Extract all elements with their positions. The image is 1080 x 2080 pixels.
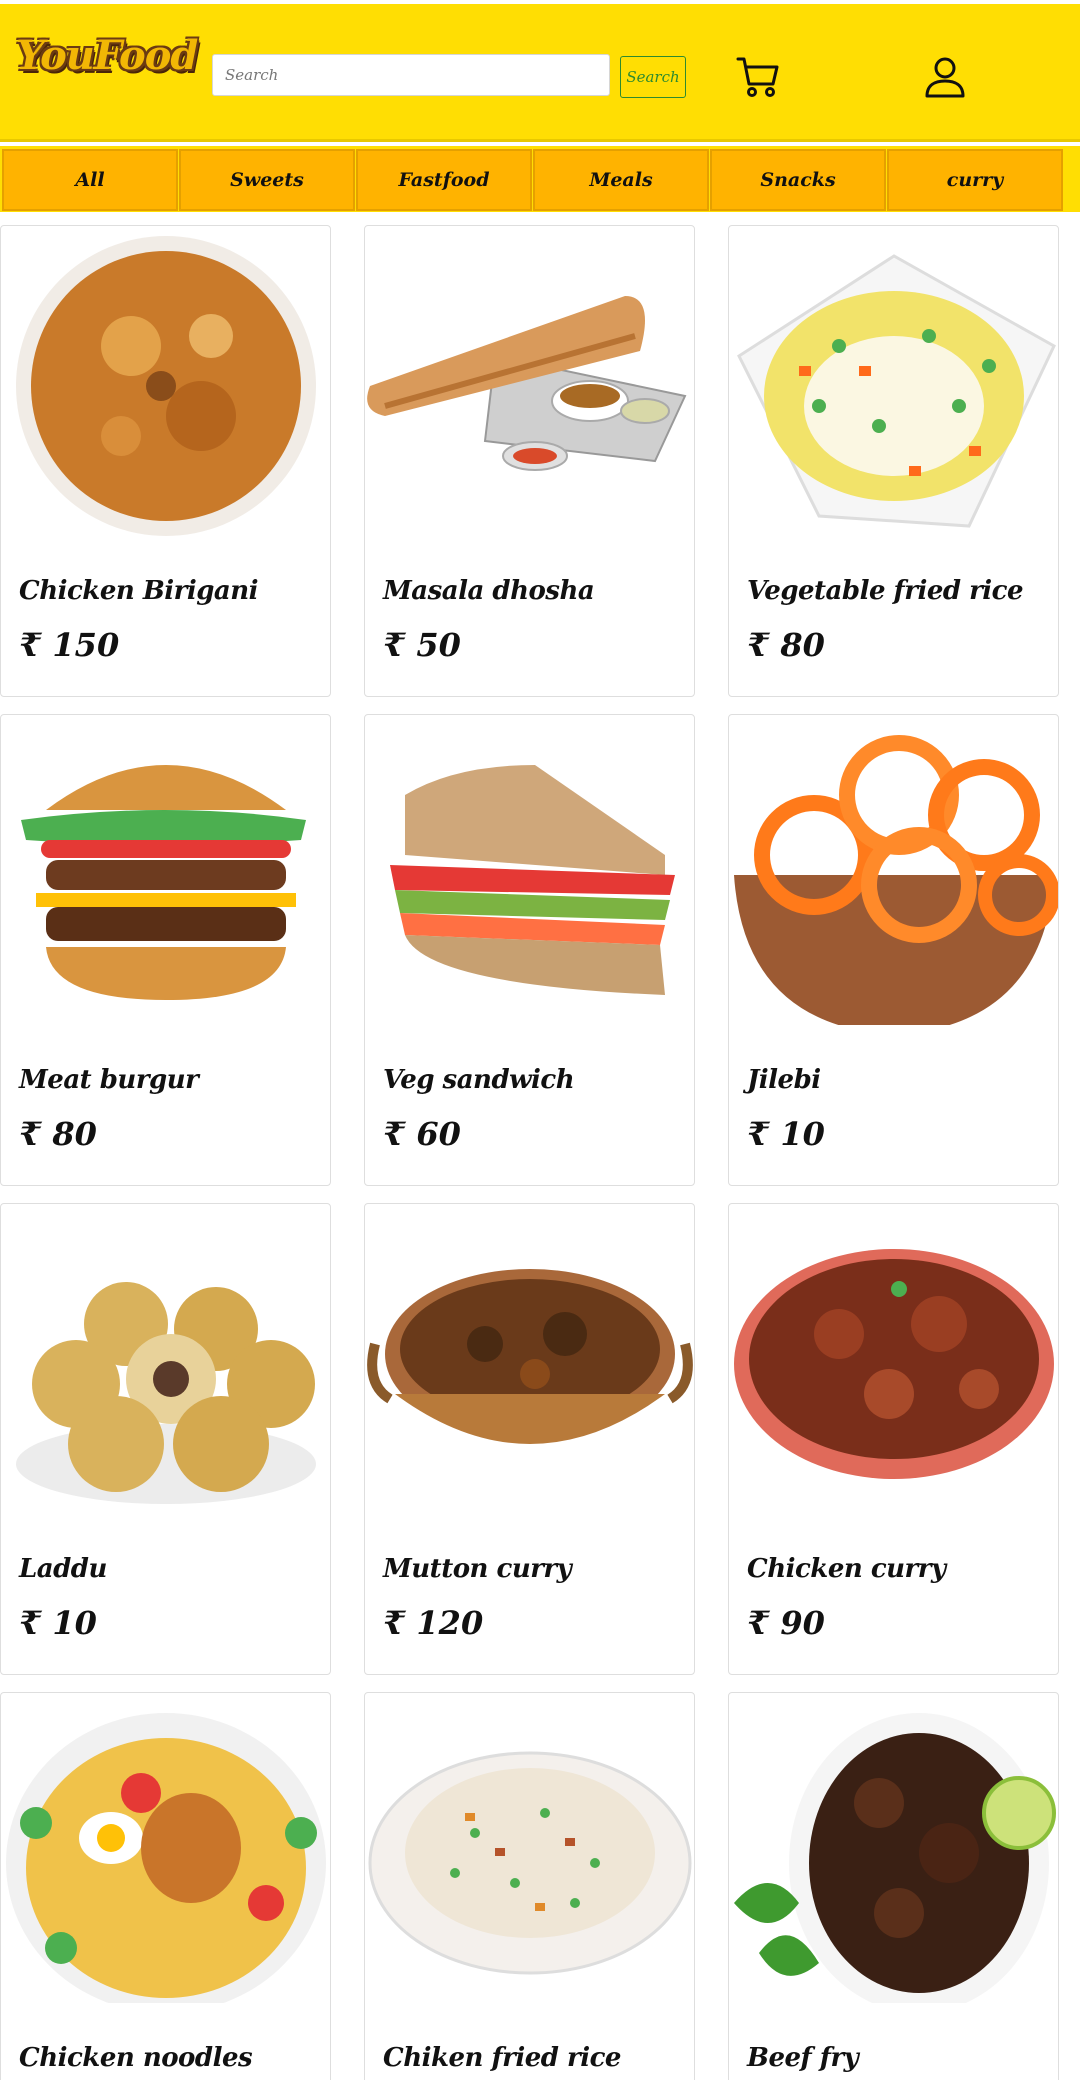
product-price: ₹ 120	[383, 1604, 484, 1642]
product-card[interactable]: Chicken noodles	[0, 1692, 331, 2080]
top-header: YouFood Search	[0, 4, 1080, 142]
product-name: Vegetable fried rice	[747, 576, 1024, 606]
noodles-image	[6, 1713, 326, 2003]
veg-fried-rice-image	[737, 254, 1056, 528]
tab-all[interactable]: All	[2, 149, 178, 211]
product-price: ₹ 80	[19, 1115, 97, 1153]
product-card[interactable]: Laddu ₹ 10	[0, 1203, 331, 1675]
mutton-curry-image	[367, 1269, 693, 1444]
product-price: ₹ 10	[19, 1604, 97, 1642]
product-card[interactable]: Meat burgur ₹ 80	[0, 714, 331, 1186]
product-card[interactable]: Veg sandwich ₹ 60	[364, 714, 695, 1186]
product-card[interactable]: Chicken curry ₹ 90	[728, 1203, 1059, 1675]
product-name: Chicken Birigani	[19, 576, 259, 606]
search-button[interactable]: Search	[620, 56, 686, 98]
tab-fastfood[interactable]: Fastfood	[356, 149, 532, 211]
product-name: Chiken fried rice	[383, 2043, 621, 2073]
product-price: ₹ 150	[19, 626, 120, 664]
product-card[interactable]: Jilebi ₹ 10	[728, 714, 1059, 1186]
sandwich-image	[390, 765, 675, 995]
tab-curry[interactable]: curry	[887, 149, 1063, 211]
burger-image	[21, 765, 306, 1000]
product-name: Jilebi	[747, 1065, 821, 1095]
product-name: Beef fry	[747, 2043, 859, 2073]
product-card[interactable]: Beef fry	[728, 1692, 1059, 2080]
laddu-image	[16, 1282, 316, 1504]
cart-icon[interactable]	[735, 54, 781, 100]
product-price: ₹ 80	[747, 626, 825, 664]
product-name: Chicken curry	[747, 1554, 946, 1584]
product-price: ₹ 50	[383, 626, 461, 664]
tab-meals[interactable]: Meals	[533, 149, 709, 211]
product-name: Masala dhosha	[383, 576, 595, 606]
tab-sweets[interactable]: Sweets	[179, 149, 355, 211]
chicken-curry-image	[734, 1249, 1054, 1479]
beef-fry-image	[734, 1713, 1056, 2003]
tab-snacks[interactable]: Snacks	[710, 149, 886, 211]
product-name: Laddu	[19, 1554, 107, 1584]
jalebi-image	[734, 735, 1058, 1025]
product-card[interactable]: Mutton curry ₹ 120	[364, 1203, 695, 1675]
product-price: ₹ 90	[747, 1604, 825, 1642]
product-name: Meat burgur	[19, 1065, 199, 1095]
product-name: Veg sandwich	[383, 1065, 575, 1095]
product-card[interactable]: Chiken fried rice	[364, 1692, 695, 2080]
product-price: ₹ 10	[747, 1115, 825, 1153]
brand-logo[interactable]: YouFood	[16, 32, 198, 79]
biryani-image	[16, 236, 316, 536]
product-card[interactable]: Vegetable fried rice ₹ 80	[728, 225, 1059, 697]
product-price: ₹ 60	[383, 1115, 461, 1153]
user-icon[interactable]	[922, 54, 968, 100]
product-name: Mutton curry	[383, 1554, 572, 1584]
product-card[interactable]: Chicken Birigani ₹ 150	[0, 225, 331, 697]
product-card[interactable]: Masala dhosha ₹ 50	[364, 225, 695, 697]
category-tabs: All Sweets Fastfood Meals Snacks curry	[0, 146, 1080, 212]
dosa-image	[367, 296, 687, 471]
search-input[interactable]	[212, 54, 610, 96]
chicken-fried-rice-image	[368, 1751, 692, 1975]
product-name: Chicken noodles	[19, 2043, 253, 2073]
